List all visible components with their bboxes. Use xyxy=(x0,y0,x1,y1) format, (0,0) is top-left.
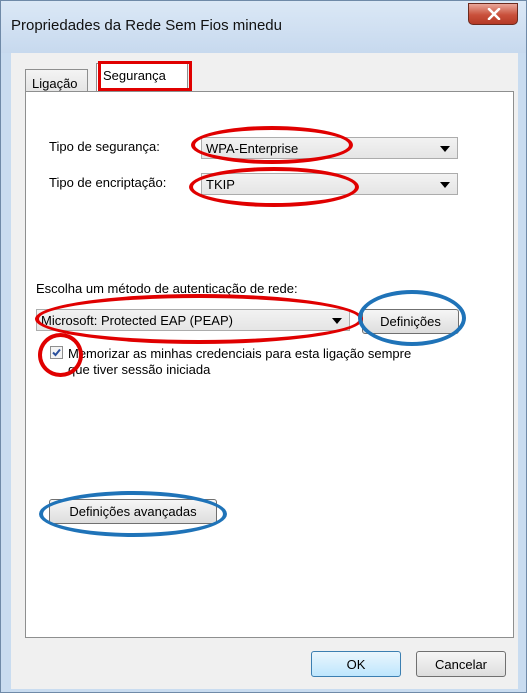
cancel-button[interactable]: Cancelar xyxy=(416,651,506,677)
advanced-settings-highlight xyxy=(39,491,227,537)
segurança-tab-highlight xyxy=(98,61,192,91)
close-button[interactable] xyxy=(468,3,518,25)
remember-credentials-label-line1: Memorizar as minhas credenciais para est… xyxy=(68,346,412,361)
encryption-type-label: Tipo de encriptação: xyxy=(49,175,167,190)
auth-method-highlight xyxy=(35,294,363,344)
remember-credentials-label-line2: que tiver sessão iniciada xyxy=(68,362,211,377)
window-title: Propriedades da Rede Sem Fios minedu xyxy=(11,17,282,34)
title-bar[interactable]: Propriedades da Rede Sem Fios minedu xyxy=(1,1,526,53)
security-type-highlight xyxy=(191,126,353,164)
settings-button-highlight xyxy=(358,290,466,346)
security-type-label: Tipo de segurança: xyxy=(49,139,160,154)
chevron-down-icon xyxy=(440,146,450,152)
encryption-type-highlight xyxy=(189,167,359,207)
chevron-down-icon xyxy=(440,182,450,188)
ok-button[interactable]: OK xyxy=(311,651,401,677)
tab-ligacao[interactable]: Ligação xyxy=(25,69,88,93)
wireless-properties-dialog: Propriedades da Rede Sem Fios minedu Lig… xyxy=(0,0,527,693)
close-icon xyxy=(487,8,501,20)
checkbox-highlight xyxy=(38,333,83,377)
